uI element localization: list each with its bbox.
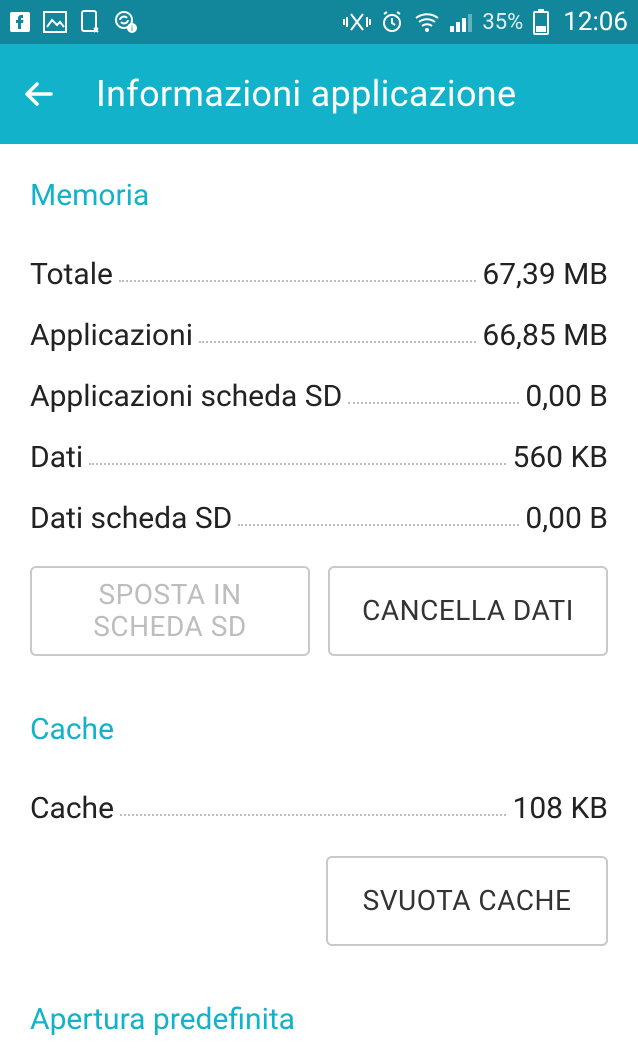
row-total: Totale 67,39 MB <box>30 257 608 292</box>
row-label: Applicazioni <box>30 318 193 353</box>
row-label: Cache <box>30 791 114 826</box>
row-label: Dati scheda SD <box>30 501 232 536</box>
arrow-left-icon <box>21 75 59 113</box>
row-label: Dati <box>30 440 83 475</box>
battery-icon <box>533 9 549 35</box>
status-left-icons: i <box>10 10 138 34</box>
row-label: Totale <box>30 257 113 292</box>
back-button[interactable] <box>20 74 60 114</box>
section-heading-defaults: Apertura predefinita <box>30 1002 608 1037</box>
picture-icon <box>44 12 66 32</box>
row-value: 108 KB <box>512 791 608 826</box>
svg-text:i: i <box>131 24 133 33</box>
status-right-icons: 35% 12:06 <box>344 7 628 37</box>
status-bar: i 35% 12:06 <box>0 0 638 44</box>
row-apps-sd: Applicazioni scheda SD 0,00 B <box>30 379 608 414</box>
content-area: Memoria Totale 67,39 MB Applicazioni 66,… <box>0 144 638 1037</box>
row-value: 67,39 MB <box>482 257 608 292</box>
clock-text: 12:06 <box>563 7 628 37</box>
row-data: Dati 560 KB <box>30 440 608 475</box>
row-dots <box>120 814 506 816</box>
wifi-icon <box>414 12 440 32</box>
facebook-icon <box>10 12 30 32</box>
row-dots <box>119 280 476 282</box>
row-label: Applicazioni scheda SD <box>30 379 342 414</box>
signal-icon <box>450 12 472 32</box>
section-heading-memory: Memoria <box>30 178 608 213</box>
vibrate-icon <box>344 11 370 33</box>
clear-cache-button[interactable]: SVUOTA CACHE <box>326 856 608 946</box>
row-apps: Applicazioni 66,85 MB <box>30 318 608 353</box>
row-data-sd: Dati scheda SD 0,00 B <box>30 501 608 536</box>
row-value: 560 KB <box>512 440 608 475</box>
row-dots <box>89 463 506 465</box>
tablet-sync-icon <box>80 10 100 34</box>
row-dots <box>199 341 476 343</box>
sync-notification-icon: i <box>114 10 138 34</box>
move-to-sd-button: SPOSTA IN SCHEDA SD <box>30 566 310 656</box>
memory-buttons: SPOSTA IN SCHEDA SD CANCELLA DATI <box>30 566 608 656</box>
section-heading-cache: Cache <box>30 712 608 747</box>
row-dots <box>238 524 519 526</box>
page-title: Informazioni applicazione <box>96 73 516 115</box>
row-value: 0,00 B <box>525 379 608 414</box>
battery-percent: 35% <box>482 10 523 35</box>
row-dots <box>348 402 519 404</box>
row-value: 66,85 MB <box>482 318 608 353</box>
alarm-icon <box>380 10 404 34</box>
row-value: 0,00 B <box>525 501 608 536</box>
row-cache: Cache 108 KB <box>30 791 608 826</box>
cache-buttons: SVUOTA CACHE <box>30 856 608 946</box>
clear-data-button[interactable]: CANCELLA DATI <box>328 566 608 656</box>
app-bar: Informazioni applicazione <box>0 44 638 144</box>
